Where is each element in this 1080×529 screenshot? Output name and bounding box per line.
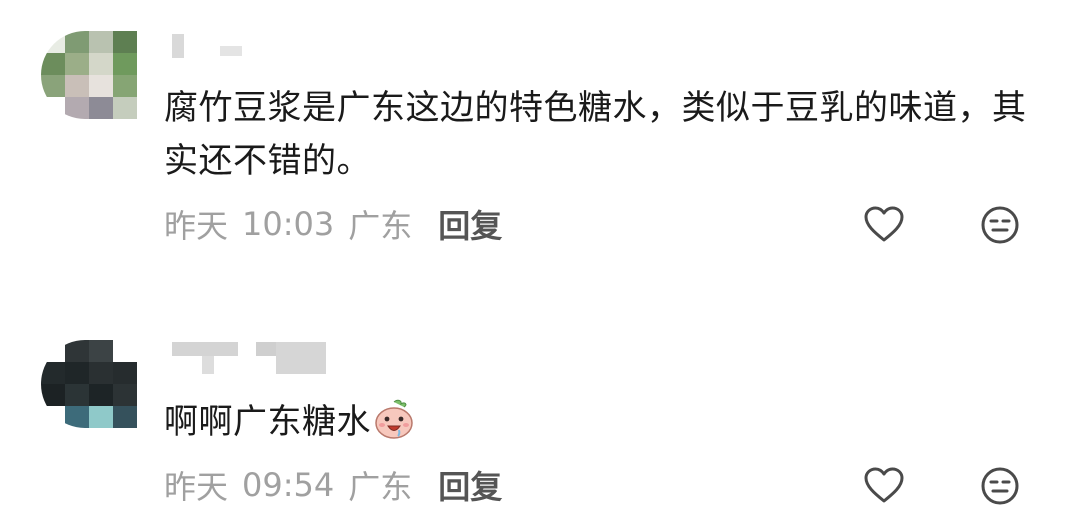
comment-text: 腐竹豆浆是广东这边的特色糖水，类似于豆乳的味道，其实还不错的。 — [164, 88, 1027, 181]
neutral-face-icon[interactable] — [978, 464, 1022, 508]
comment-date: 昨天 — [164, 207, 229, 245]
comment-text: 啊啊广东糖水 — [164, 396, 1044, 449]
avatar[interactable] — [41, 31, 137, 119]
comment-time: 09:54 — [242, 466, 335, 504]
neutral-face-icon[interactable] — [978, 203, 1022, 247]
comment-date: 昨天 — [164, 468, 229, 506]
drooling-bun-sticker-icon — [373, 399, 415, 439]
comment-item: 腐竹豆浆是广东这边的特色糖水，类似于豆乳的味道，其实还不错的。 昨天 10:03… — [0, 0, 1080, 265]
username-blurred — [172, 342, 326, 374]
comment-meta: 昨天 09:54 广东 回复 — [164, 463, 502, 507]
reply-button[interactable]: 回复 — [438, 201, 502, 247]
comment-time: 10:03 — [242, 205, 335, 243]
comment-text-content: 啊啊广东糖水 — [164, 402, 371, 442]
comment-meta: 昨天 10:03 广东 回复 — [164, 202, 502, 246]
username-blurred — [172, 34, 244, 58]
comment-location: 广东 — [348, 207, 413, 245]
comment-location: 广东 — [348, 468, 413, 506]
heart-outline-icon[interactable] — [862, 464, 906, 508]
comment-item: 啊啊广东糖水 昨天 09:54 广东 回复 — [0, 320, 1080, 529]
heart-outline-icon[interactable] — [862, 203, 906, 247]
reply-button[interactable]: 回复 — [438, 462, 502, 508]
avatar[interactable] — [41, 340, 137, 428]
